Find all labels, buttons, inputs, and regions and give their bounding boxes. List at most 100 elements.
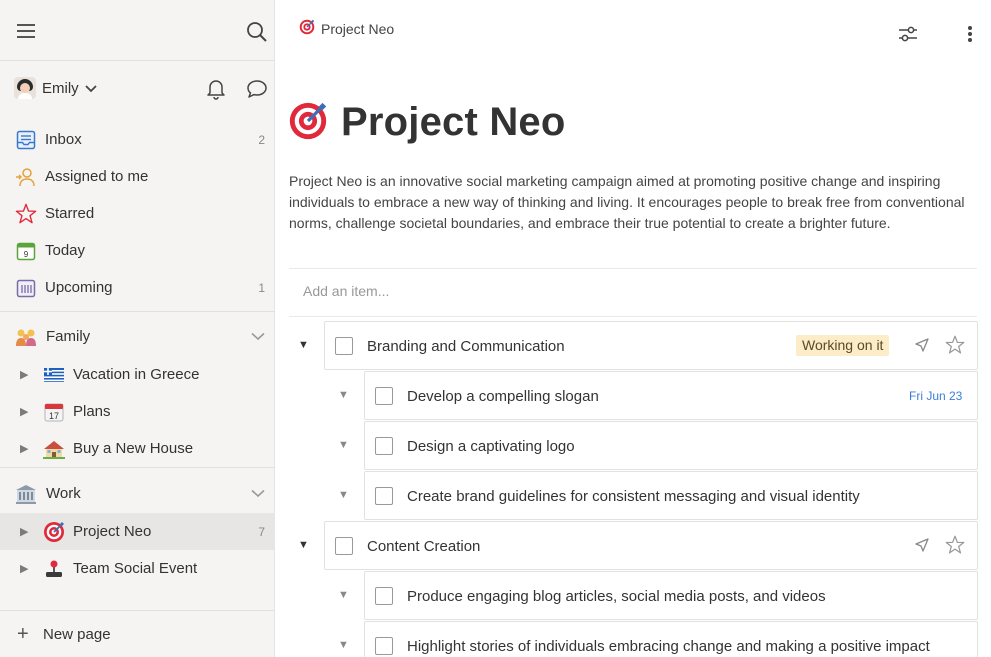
task-row[interactable]: Produce engaging blog articles, social m… (364, 571, 978, 620)
family-icon (15, 326, 37, 348)
collapse-triangle-icon[interactable]: ▼ (338, 439, 349, 451)
sidebar-item-plans[interactable]: ▶ 17 Plans (0, 393, 275, 430)
task-label: Content Creation (367, 538, 481, 555)
task-checkbox[interactable] (335, 537, 353, 555)
page-title: Project Neo (341, 100, 566, 144)
user-menu[interactable]: Emily (14, 74, 97, 102)
expand-triangle-icon[interactable]: ▶ (20, 368, 28, 381)
task-label: Branding and Communication (367, 338, 565, 355)
sidebar-item-project-neo[interactable]: ▶ Project Neo 7 (0, 513, 275, 550)
sidebar-item-label: Inbox (45, 131, 82, 148)
breadcrumb[interactable]: Project Neo (299, 19, 394, 39)
collapse-triangle-icon[interactable]: ▼ (338, 639, 349, 651)
sidebar: Emily Inbox 2 Assigned to me Starred 9 T… (0, 0, 275, 657)
expand-triangle-icon[interactable]: ▶ (20, 525, 28, 538)
new-page-button[interactable]: + New page (0, 610, 275, 657)
svg-text:17: 17 (49, 411, 59, 421)
target-icon (299, 19, 315, 39)
add-item-bar (289, 268, 977, 317)
sidebar-item-label: Buy a New House (73, 440, 194, 457)
sidebar-item-label: Team Social Event (73, 560, 198, 577)
sidebar-item-today[interactable]: 9 Today (0, 232, 275, 269)
more-options-icon[interactable] (958, 22, 982, 46)
task-row[interactable]: Create brand guidelines for consistent m… (364, 471, 978, 520)
sidebar-group-family[interactable]: Family (0, 318, 275, 355)
sidebar-item-label: Vacation in Greece (73, 366, 200, 383)
collapse-triangle-icon[interactable]: ▼ (338, 389, 349, 401)
chat-bubble-icon[interactable] (245, 77, 269, 101)
item-count: 2 (258, 132, 265, 147)
bell-icon[interactable] (204, 77, 228, 101)
breadcrumb-label: Project Neo (321, 21, 395, 37)
star-icon (15, 203, 37, 225)
task-label: Create brand guidelines for consistent m… (407, 488, 860, 505)
task-row[interactable]: Highlight stories of individuals embraci… (364, 621, 978, 657)
task-checkbox[interactable] (375, 387, 393, 405)
collapse-triangle-icon[interactable]: ▼ (298, 339, 309, 351)
sidebar-group-label: Work (46, 485, 81, 502)
add-item-input[interactable] (303, 283, 903, 299)
expand-triangle-icon[interactable]: ▶ (20, 562, 28, 575)
inbox-icon (15, 129, 37, 151)
task-row[interactable]: Design a captivating logo (364, 421, 978, 470)
sidebar-item-team-social-event[interactable]: ▶ Team Social Event (0, 550, 275, 587)
task-label: Produce engaging blog articles, social m… (407, 588, 826, 605)
task-label: Develop a compelling slogan (407, 388, 599, 405)
sidebar-item-label: Plans (73, 403, 111, 420)
sidebar-item-assigned-to-me[interactable]: Assigned to me (0, 158, 275, 195)
chevron-down-icon[interactable] (251, 485, 265, 502)
sidebar-divider (0, 467, 275, 468)
greece-flag-icon (43, 364, 65, 386)
page-title-row: Project Neo (288, 100, 566, 145)
today-day-number: 9 (24, 250, 29, 259)
item-count: 7 (258, 524, 265, 539)
star-icon[interactable] (945, 535, 965, 559)
expand-triangle-icon[interactable]: ▶ (20, 442, 28, 455)
sidebar-item-label: Project Neo (73, 523, 152, 540)
task-row[interactable]: Content Creation (324, 521, 978, 570)
share-icon[interactable] (915, 338, 929, 356)
filter-settings-icon[interactable] (896, 22, 920, 46)
sidebar-item-label: Upcoming (45, 279, 113, 296)
task-checkbox[interactable] (375, 487, 393, 505)
sidebar-group-work[interactable]: Work (0, 475, 275, 512)
target-icon (43, 521, 65, 543)
sidebar-item-vacation-in-greece[interactable]: ▶ Vacation in Greece (0, 356, 275, 393)
assigned-user-icon (15, 166, 37, 188)
joystick-icon (43, 558, 65, 580)
chevron-down-icon[interactable] (251, 328, 265, 345)
sidebar-item-label: Today (45, 242, 86, 259)
calendar-today-icon: 9 (15, 240, 37, 262)
task-checkbox[interactable] (375, 437, 393, 455)
sidebar-item-label: Assigned to me (45, 168, 149, 185)
due-date[interactable]: Fri Jun 23 (909, 389, 962, 403)
sidebar-item-inbox[interactable]: Inbox 2 (0, 121, 275, 158)
sidebar-header (0, 0, 274, 61)
star-icon[interactable] (945, 335, 965, 359)
collapse-triangle-icon[interactable]: ▼ (298, 539, 309, 551)
task-checkbox[interactable] (375, 637, 393, 655)
sidebar-item-buy-a-new-house[interactable]: ▶ Buy a New House (0, 430, 275, 467)
task-row[interactable]: Develop a compelling slogan Fri Jun 23 (364, 371, 978, 420)
plus-icon: + (17, 623, 29, 645)
task-checkbox[interactable] (375, 587, 393, 605)
sidebar-item-starred[interactable]: Starred (0, 195, 275, 232)
search-icon[interactable] (244, 19, 270, 45)
sidebar-item-label: Starred (45, 205, 95, 222)
status-badge[interactable]: Working on it (796, 335, 890, 356)
calendar-icon: 17 (43, 401, 65, 423)
expand-triangle-icon[interactable]: ▶ (20, 405, 28, 418)
share-icon[interactable] (915, 538, 929, 556)
collapse-triangle-icon[interactable]: ▼ (338, 589, 349, 601)
sidebar-item-upcoming[interactable]: Upcoming 1 (0, 269, 275, 306)
office-building-icon (15, 483, 37, 505)
task-row[interactable]: Branding and Communication Working on it (324, 321, 978, 370)
user-name: Emily (42, 79, 79, 97)
task-checkbox[interactable] (335, 337, 353, 355)
task-label: Design a captivating logo (407, 438, 575, 455)
page-description: Project Neo is an innovative social mark… (289, 173, 965, 231)
hamburger-menu-icon[interactable] (14, 20, 38, 42)
collapse-triangle-icon[interactable]: ▼ (338, 489, 349, 501)
calendar-upcoming-icon (15, 277, 37, 299)
target-icon (288, 101, 328, 145)
